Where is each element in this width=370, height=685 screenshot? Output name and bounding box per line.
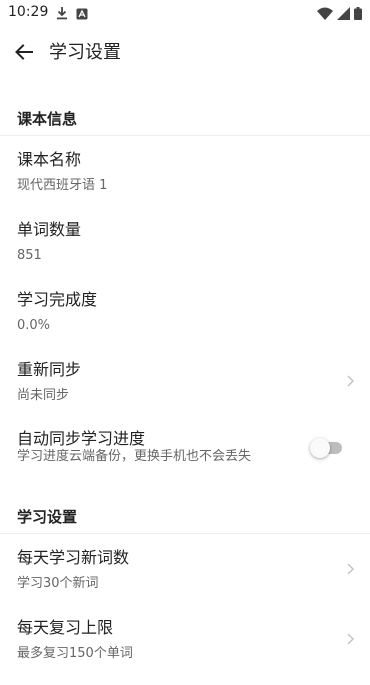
chevron-right-icon bbox=[345, 373, 355, 387]
row-book-name-value: 现代西班牙语 1 bbox=[17, 178, 108, 193]
status-bar: 10:29 bbox=[0, 0, 370, 26]
wifi-icon bbox=[317, 5, 333, 24]
divider bbox=[0, 533, 370, 534]
row-book-name[interactable]: 课本名称 现代西班牙语 1 bbox=[0, 149, 370, 217]
cellular-signal-icon bbox=[337, 5, 350, 24]
status-icons-left bbox=[56, 5, 88, 24]
row-auto-sync[interactable]: 自动同步学习进度 学习进度云端备份，更换手机也不会丢失 bbox=[0, 428, 370, 496]
status-icons-right bbox=[317, 5, 362, 24]
row-resync-value: 尚未同步 bbox=[17, 388, 70, 403]
back-button[interactable] bbox=[10, 40, 38, 68]
chevron-right-icon bbox=[345, 631, 355, 645]
arrow-back-icon bbox=[14, 42, 34, 66]
row-completion[interactable]: 学习完成度 0.0% bbox=[0, 289, 370, 357]
section-header-book-info: 课本信息 bbox=[17, 110, 78, 128]
row-daily-new-words-title: 每天学习新词数 bbox=[17, 548, 130, 567]
row-word-count-title: 单词数量 bbox=[17, 220, 82, 239]
row-completion-title: 学习完成度 bbox=[17, 290, 98, 309]
row-daily-new-words[interactable]: 每天学习新词数 学习30个新词 bbox=[0, 547, 370, 615]
row-word-count-value: 851 bbox=[17, 248, 42, 263]
row-book-name-title: 课本名称 bbox=[17, 150, 82, 169]
download-icon bbox=[56, 5, 68, 24]
page-title: 学习设置 bbox=[49, 42, 121, 63]
notification-app-icon bbox=[76, 5, 88, 24]
row-auto-sync-title: 自动同步学习进度 bbox=[17, 429, 146, 448]
auto-sync-toggle[interactable] bbox=[310, 437, 344, 459]
row-resync[interactable]: 重新同步 尚未同步 bbox=[0, 359, 370, 427]
toggle-thumb bbox=[310, 438, 330, 458]
chevron-right-icon bbox=[345, 561, 355, 575]
row-auto-sync-description: 学习进度云端备份，更换手机也不会丢失 bbox=[17, 449, 252, 464]
app-bar: 学习设置 bbox=[0, 26, 370, 82]
row-word-count[interactable]: 单词数量 851 bbox=[0, 219, 370, 287]
row-daily-review-limit-title: 每天复习上限 bbox=[17, 618, 114, 637]
row-daily-review-limit-value: 最多复习150个单词 bbox=[17, 646, 133, 661]
battery-icon bbox=[354, 5, 362, 24]
row-daily-review-limit[interactable]: 每天复习上限 最多复习150个单词 bbox=[0, 617, 370, 685]
row-completion-value: 0.0% bbox=[17, 318, 51, 333]
status-time: 10:29 bbox=[8, 4, 49, 20]
row-resync-title: 重新同步 bbox=[17, 360, 82, 379]
section-header-study-settings: 学习设置 bbox=[17, 508, 78, 526]
row-daily-new-words-value: 学习30个新词 bbox=[17, 576, 99, 591]
divider bbox=[0, 135, 370, 136]
